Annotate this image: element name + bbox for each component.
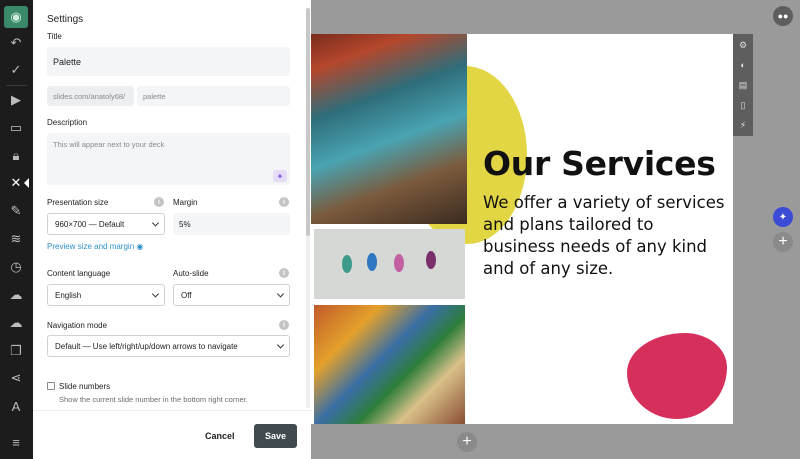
navigation-mode-value: Default — Use left/right/up/down arrows … [55,341,238,351]
translate-icon[interactable]: A [4,395,28,417]
present-icon[interactable]: ▭ [4,117,28,139]
lock-icon[interactable]: 🔒︎ [4,145,28,167]
navigation-mode-label: Navigation mode [47,321,108,330]
panel-title: Settings [47,14,84,25]
swatch-purple [426,251,436,269]
book-icon[interactable]: ▯ [737,99,749,111]
preview-link-label: Preview size and margin [47,242,135,251]
swatch-pink [394,254,404,272]
eye-icon[interactable]: ◉ [4,6,28,28]
swatch-teal [342,255,352,273]
check-icon[interactable]: ✓ [4,59,28,81]
info-icon[interactable]: i [154,197,164,207]
undo-icon[interactable]: ↶ [4,32,28,54]
layers-icon[interactable]: ≋ [4,228,28,250]
left-toolbar: ◉ ↶ ✓ ▶ ▭ 🔒︎ ✕ ✎ ≋ ◷ ☁ ☁ ❐ ⋖ A ≡ [0,0,33,459]
chevron-down-icon [276,290,285,298]
info-icon[interactable]: i [279,320,289,330]
toolbar-divider [6,85,27,86]
copy-icon[interactable]: ❐ [4,340,28,362]
description-label: Description [47,118,88,127]
eye-icon: ◉ [136,242,144,251]
palette-image[interactable] [314,305,465,424]
paint-swatches-image[interactable] [314,229,465,299]
cancel-button[interactable]: Cancel [205,431,235,441]
navigation-mode-select[interactable]: Default — Use left/right/up/down arrows … [47,335,290,357]
pink-blob-shape[interactable] [627,333,727,419]
description-field[interactable]: This will appear next to your deck [47,133,290,185]
slide-canvas[interactable]: Our Services We offer a variety of servi… [311,34,733,424]
auto-slide-label: Auto-slide [173,269,209,278]
info-icon[interactable]: i [279,268,289,278]
margin-field[interactable]: 5% [173,213,290,235]
menu-icon[interactable]: ≡ [4,431,28,453]
bolt-icon[interactable]: ⚡︎ [737,119,749,131]
ai-sparkle-icon[interactable]: ✦ [273,170,287,182]
margin-label: Margin [173,198,198,207]
url-slug-field[interactable]: palette [137,86,290,106]
slide-numbers-checkbox[interactable] [47,382,55,390]
chevron-down-icon [276,341,285,349]
chevron-down-icon [151,290,160,298]
title-field[interactable]: Palette [47,47,290,76]
cloud-upload-icon[interactable]: ☁ [4,284,28,306]
play-icon[interactable]: ▶ [4,89,28,111]
slide-heading[interactable]: Our Services [483,144,716,183]
slide-body-text[interactable]: We offer a variety of services and plans… [483,192,729,280]
add-slide-right-icon[interactable]: + [773,232,793,252]
save-button[interactable]: Save [254,424,297,448]
toggle-icon[interactable]: ◐ [737,59,749,71]
slide-numbers-hint: Show the current slide number in the bot… [59,395,248,404]
presentation-size-value: 960×700 — Default [55,219,125,229]
ai-sparkle-icon[interactable]: ✦ [773,207,793,227]
info-icon[interactable]: i [279,197,289,207]
settings-scroll-area: Settings Title Palette slides.com/anatol… [33,0,311,410]
history-icon[interactable]: ◷ [4,256,28,278]
content-language-value: English [55,290,82,300]
presentation-size-select[interactable]: 960×700 — Default [47,213,165,235]
slide-numbers-label: Slide numbers [59,382,111,391]
active-indicator [24,178,29,188]
panel-footer: Cancel Save [33,410,311,459]
presentation-size-label: Presentation size [47,198,109,207]
title-label: Title [47,32,62,41]
collaborators-icon[interactable]: ●● [773,6,793,26]
settings-panel: Settings Title Palette slides.com/anatol… [33,0,311,459]
share-icon[interactable]: ⋖ [4,367,28,389]
url-prefix: slides.com/anatoly68/ [47,86,134,106]
scrollbar-thumb[interactable] [306,8,310,236]
brush-icon[interactable]: ✎ [4,200,28,222]
keyboard-icon[interactable]: ▤ [737,79,749,91]
content-language-select[interactable]: English [47,284,165,306]
content-language-label: Content language [47,269,111,278]
swatch-blue [367,253,377,271]
chevron-down-icon [151,219,160,227]
cloud-download-icon[interactable]: ☁ [4,312,28,334]
paintbrushes-image[interactable] [311,34,467,224]
add-slide-below-icon[interactable]: + [457,432,477,452]
block-toolbar: ⚙ ◐ ▤ ▯ ⚡︎ [733,34,753,136]
auto-slide-value: Off [181,290,192,300]
auto-slide-select[interactable]: Off [173,284,290,306]
gear-icon[interactable]: ⚙ [737,39,749,51]
preview-size-link[interactable]: Preview size and margin ◉ [47,242,143,251]
